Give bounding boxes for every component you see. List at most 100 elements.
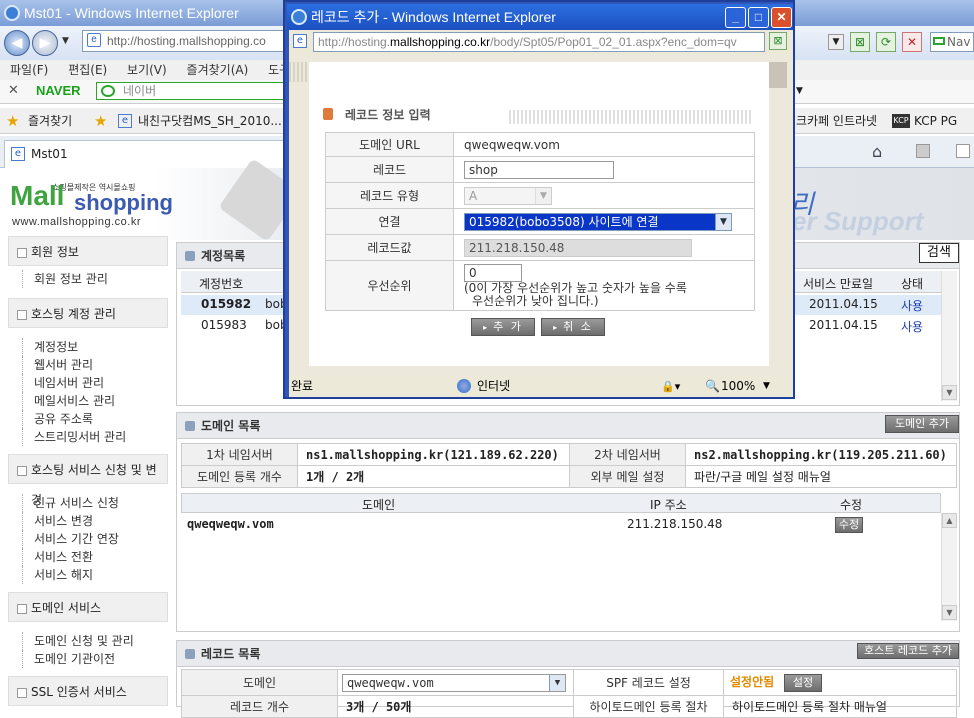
zoom-dropdown-icon[interactable]: ▼ [763, 376, 770, 397]
arrow-right-icon: ▸ [483, 323, 490, 332]
chevron-down-icon: ▼ [535, 187, 551, 204]
domains-header-row: 도메인 IP 주소 수정 [181, 493, 941, 513]
popup-scroll-thumb[interactable] [769, 62, 787, 88]
mail-manual-link[interactable]: 파란/구글 메일 설정 매뉴얼 [685, 465, 957, 488]
nav-section-hosting[interactable]: 호스팅 계정 관리 [8, 298, 168, 328]
col-account-no: 계정번호 [199, 277, 244, 291]
search-button[interactable]: 검색 [919, 243, 959, 263]
fav-link-3[interactable]: KCP PG [914, 108, 957, 134]
nav-item-domain-manage[interactable]: 도메인 신청 및 관리 [8, 632, 168, 650]
domain-count-value: 1개 / 2개 [297, 465, 570, 488]
spf-setup-button[interactable]: 설정 [784, 674, 822, 692]
row-domain[interactable]: qweqweqw.vom [187, 517, 274, 531]
tab-mst01[interactable]: e Mst01 [4, 140, 284, 168]
home-icon[interactable]: ⌂ [872, 142, 882, 161]
record-value-input[interactable]: 211.218.150.48 [464, 238, 692, 257]
domains-scrollbar[interactable]: ▲ ▼ [941, 513, 957, 621]
compat-view-icon[interactable]: ⊠ [850, 32, 870, 52]
nav-item-new-service[interactable]: 신규 서비스 신청 [8, 494, 168, 512]
nav-item-account-info[interactable]: 계정정보 [8, 338, 168, 356]
minimize-button[interactable]: _ [725, 7, 746, 28]
nav-item-member-manage[interactable]: 회원 정보 관리 [8, 270, 168, 288]
refresh-icon[interactable]: ⟳ [876, 32, 896, 52]
nav-section-service[interactable]: 호스팅 서비스 신청 및 변경 [8, 454, 168, 507]
nav-item-domain-transfer[interactable]: 도메인 기관이전 [8, 650, 168, 668]
add-favorite-icon[interactable]: ★ [94, 108, 107, 134]
menu-favorites[interactable]: 즐겨찾기(A) [187, 63, 249, 77]
stop-icon[interactable]: ✕ [902, 32, 922, 52]
link-select[interactable]: 015982(bobo3508) 사이트에 연결 ▼ [464, 212, 732, 231]
spf-status: 설정안됨 [730, 675, 775, 689]
main-address-bar[interactable]: e http://hosting.mallshopping.co [82, 30, 292, 52]
left-nav: 회원 정보 회원 정보 관리 호스팅 계정 관리 계정정보 웹서버 관리 네임서… [8, 236, 168, 707]
row-status[interactable]: 사용 [901, 318, 923, 335]
popup-title: 레코드 추가 - Windows Internet Explorer [311, 9, 556, 25]
records-panel: 레코드 목록 호스트 레코드 추가 도메인 qweqweqw.vom ▼ SPF … [176, 640, 960, 718]
nav-item-cancel-service[interactable]: 서비스 해지 [8, 566, 168, 584]
mall-logo[interactable]: 쇼핑몰제작은 역시몰쇼핑 Mall shopping www.mallshopp… [8, 176, 173, 232]
col-status: 상태 [901, 277, 924, 291]
link-label: 연결 [326, 209, 454, 234]
forward-button[interactable]: ▶ [32, 30, 58, 56]
nav-item-webserver[interactable]: 웹서버 관리 [8, 356, 168, 374]
feeds-icon[interactable] [916, 144, 930, 158]
scroll-down-icon[interactable]: ▼ [942, 385, 957, 400]
close-button[interactable]: ✕ [771, 7, 792, 28]
add-record-button[interactable]: ▸ 추 가 [471, 318, 535, 336]
row-status[interactable]: 사용 [901, 297, 923, 314]
page-icon: e [87, 33, 101, 47]
priority-input[interactable]: 0 [464, 263, 522, 282]
nav-item-change-service[interactable]: 서비스 변경 [8, 512, 168, 530]
back-button[interactable]: ◀ [4, 30, 30, 56]
popup-address-row: e http://hosting.mallshopping.co.kr/body… [289, 30, 793, 54]
print-icon[interactable] [956, 144, 970, 158]
protected-mode-icon[interactable]: 🔒▾ [661, 376, 680, 397]
menu-edit[interactable]: 편집(E) [68, 63, 107, 77]
address-dropdown-icon[interactable]: ▼ [828, 34, 844, 50]
nav-item-extend-service[interactable]: 서비스 기간 연장 [8, 530, 168, 548]
nav-item-streaming[interactable]: 스트리밍서버 관리 [8, 428, 168, 446]
maximize-button[interactable]: □ [748, 7, 769, 28]
scroll-down-icon[interactable]: ▼ [942, 605, 957, 620]
zoom-icon[interactable]: 🔍 [705, 376, 720, 397]
naver-dropdown-icon[interactable]: ▼ [796, 86, 803, 96]
fav-link-2[interactable]: 크카페 인트라넷 [796, 108, 877, 134]
accounts-scrollbar[interactable]: ▼ [941, 271, 957, 401]
naver-search-input[interactable]: 네이버 [96, 82, 286, 100]
popup-title-bar: 레코드 추가 - Windows Internet Explorer _ □ ✕ [287, 4, 793, 30]
nav-section-ssl[interactable]: SSL 인증서 서비스 [8, 676, 168, 706]
record-type-select[interactable]: A ▼ [464, 186, 552, 205]
zoom-level[interactable]: 100% [721, 376, 755, 397]
history-dropdown-icon[interactable]: ▼ [62, 36, 69, 46]
table-row[interactable]: qweqweqw.vom 211.218.150.48 수정 [181, 515, 941, 535]
fav-link-1[interactable]: 내친구닷컴MS_SH_2010... [138, 108, 282, 134]
add-host-record-button[interactable]: 호스트 레코드 추가 [857, 643, 959, 659]
record-add-popup: 레코드 추가 - Windows Internet Explorer _ □ ✕… [283, 0, 795, 399]
scroll-up-icon[interactable]: ▲ [942, 513, 957, 528]
nav-section-member[interactable]: 회원 정보 [8, 236, 168, 266]
menu-view[interactable]: 보기(V) [127, 63, 167, 77]
record-input[interactable]: shop [464, 160, 614, 179]
favorites-label[interactable]: 즐겨찾기 [28, 108, 72, 134]
nav-section-domain[interactable]: 도메인 서비스 [8, 592, 168, 622]
add-domain-button[interactable]: 도메인 추가 [885, 415, 959, 433]
nav-item-nameserver[interactable]: 네임서버 관리 [8, 374, 168, 392]
compat-view-icon[interactable]: ⊠ [769, 32, 787, 50]
edit-domain-button[interactable]: 수정 [835, 517, 863, 533]
menu-file[interactable]: 파일(F) [10, 63, 48, 77]
naver-logo: NAVER [36, 83, 81, 98]
record-domain-select[interactable]: qweqweqw.vom ▼ [342, 673, 566, 692]
records-title: 레코드 목록 [177, 641, 959, 667]
nav-item-mail[interactable]: 메일서비스 관리 [8, 392, 168, 410]
nav-item-addressbook[interactable]: 공유 주소록 [8, 410, 168, 428]
popup-address-bar[interactable]: http://hosting.mallshopping.co.kr/body/S… [313, 32, 765, 52]
search-box[interactable]: Nav [930, 32, 974, 52]
nav-item-switch-service[interactable]: 서비스 전환 [8, 548, 168, 566]
section-title-strip [509, 110, 753, 124]
cancel-record-button[interactable]: ▸ 취 소 [541, 318, 605, 336]
search-icon [101, 85, 115, 97]
section-bullet-icon [323, 108, 333, 120]
record-domain-label: 도메인 [181, 669, 338, 696]
toolbar-close-icon[interactable]: ✕ [8, 83, 19, 98]
domains-panel: 도메인 목록 도메인 추가 1차 네임서버 ns1.mallshopping.k… [176, 412, 960, 632]
